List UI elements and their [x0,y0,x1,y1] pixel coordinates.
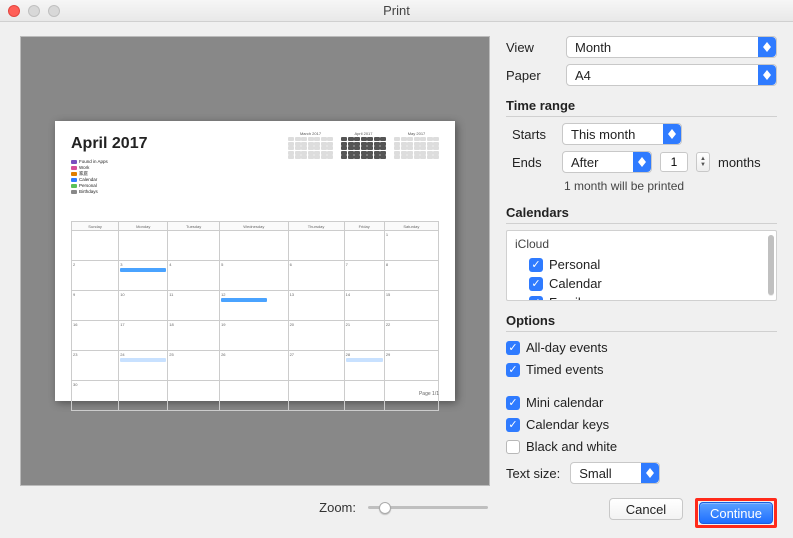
minimize-window-icon [28,5,40,17]
cancel-button[interactable]: Cancel [609,498,683,520]
preview-page: April 2017 Found in Apps Work 家庭 Calenda… [55,121,455,401]
scrollbar[interactable] [768,235,774,296]
print-preview: April 2017 Found in Apps Work 家庭 Calenda… [20,36,490,486]
zoom-label: Zoom: [319,500,356,515]
page-indicator: Page 1/1 [419,391,439,397]
time-range-heading: Time range [506,98,777,117]
option-timed[interactable]: ✓ Timed events [506,360,777,379]
checkbox-on-icon: ✓ [506,396,520,410]
zoom-window-icon [48,5,60,17]
months-stepper[interactable]: ▲▼ [696,152,710,172]
months-unit: months [718,155,761,170]
view-label: View [506,40,558,55]
chevron-updown-icon [758,37,776,57]
text-size-label: Text size: [506,466,560,481]
starts-label: Starts [512,127,554,142]
checkbox-on-icon: ✓ [506,341,520,355]
calendar-item-family[interactable]: ✓ Family [515,293,768,301]
calendar-group: iCloud [515,237,768,251]
window-title: Print [0,3,793,18]
continue-highlight: Continue [695,498,777,528]
paper-label: Paper [506,68,558,83]
option-all-day[interactable]: ✓ All-day events [506,338,777,357]
option-black-white[interactable]: Black and white [506,437,777,456]
chevron-updown-icon [633,152,651,172]
text-size-select[interactable]: Small [570,462,660,484]
calendar-item-calendar[interactable]: ✓ Calendar [515,274,768,293]
option-mini-calendar[interactable]: ✓ Mini calendar [506,393,777,412]
mini-calendars: March 2017 April 2017 May 2017 [288,131,439,159]
ends-label: Ends [512,155,554,170]
ends-select[interactable]: After [562,151,652,173]
options-heading: Options [506,313,777,332]
option-calendar-keys[interactable]: ✓ Calendar keys [506,415,777,434]
checkbox-on-icon: ✓ [529,258,543,272]
view-select[interactable]: Month [566,36,777,58]
paper-select[interactable]: A4 [566,64,777,86]
continue-button[interactable]: Continue [699,502,773,524]
calendar-keys: Found in Apps Work 家庭 Calendar Personal … [71,159,439,195]
chevron-updown-icon [663,124,681,144]
chevron-updown-icon [641,463,659,483]
starts-select[interactable]: This month [562,123,682,145]
calendars-heading: Calendars [506,205,777,224]
checkbox-on-icon: ✓ [506,363,520,377]
zoom-slider[interactable] [368,506,488,509]
checkbox-on-icon: ✓ [529,296,543,302]
checkbox-off-icon [506,440,520,454]
calendars-list[interactable]: iCloud ✓ Personal ✓ Calendar ✓ Family [506,230,777,301]
calendar-item-personal[interactable]: ✓ Personal [515,255,768,274]
titlebar: Print [0,0,793,22]
time-range-summary: 1 month will be printed [506,179,777,193]
checkbox-on-icon: ✓ [529,277,543,291]
calendar-grid: SundayMondayTuesdayWednesdayThursdayFrid… [71,221,439,411]
checkbox-on-icon: ✓ [506,418,520,432]
close-window-icon[interactable] [8,5,20,17]
chevron-updown-icon [758,65,776,85]
window-controls [8,5,60,17]
months-count-input[interactable] [660,152,688,172]
